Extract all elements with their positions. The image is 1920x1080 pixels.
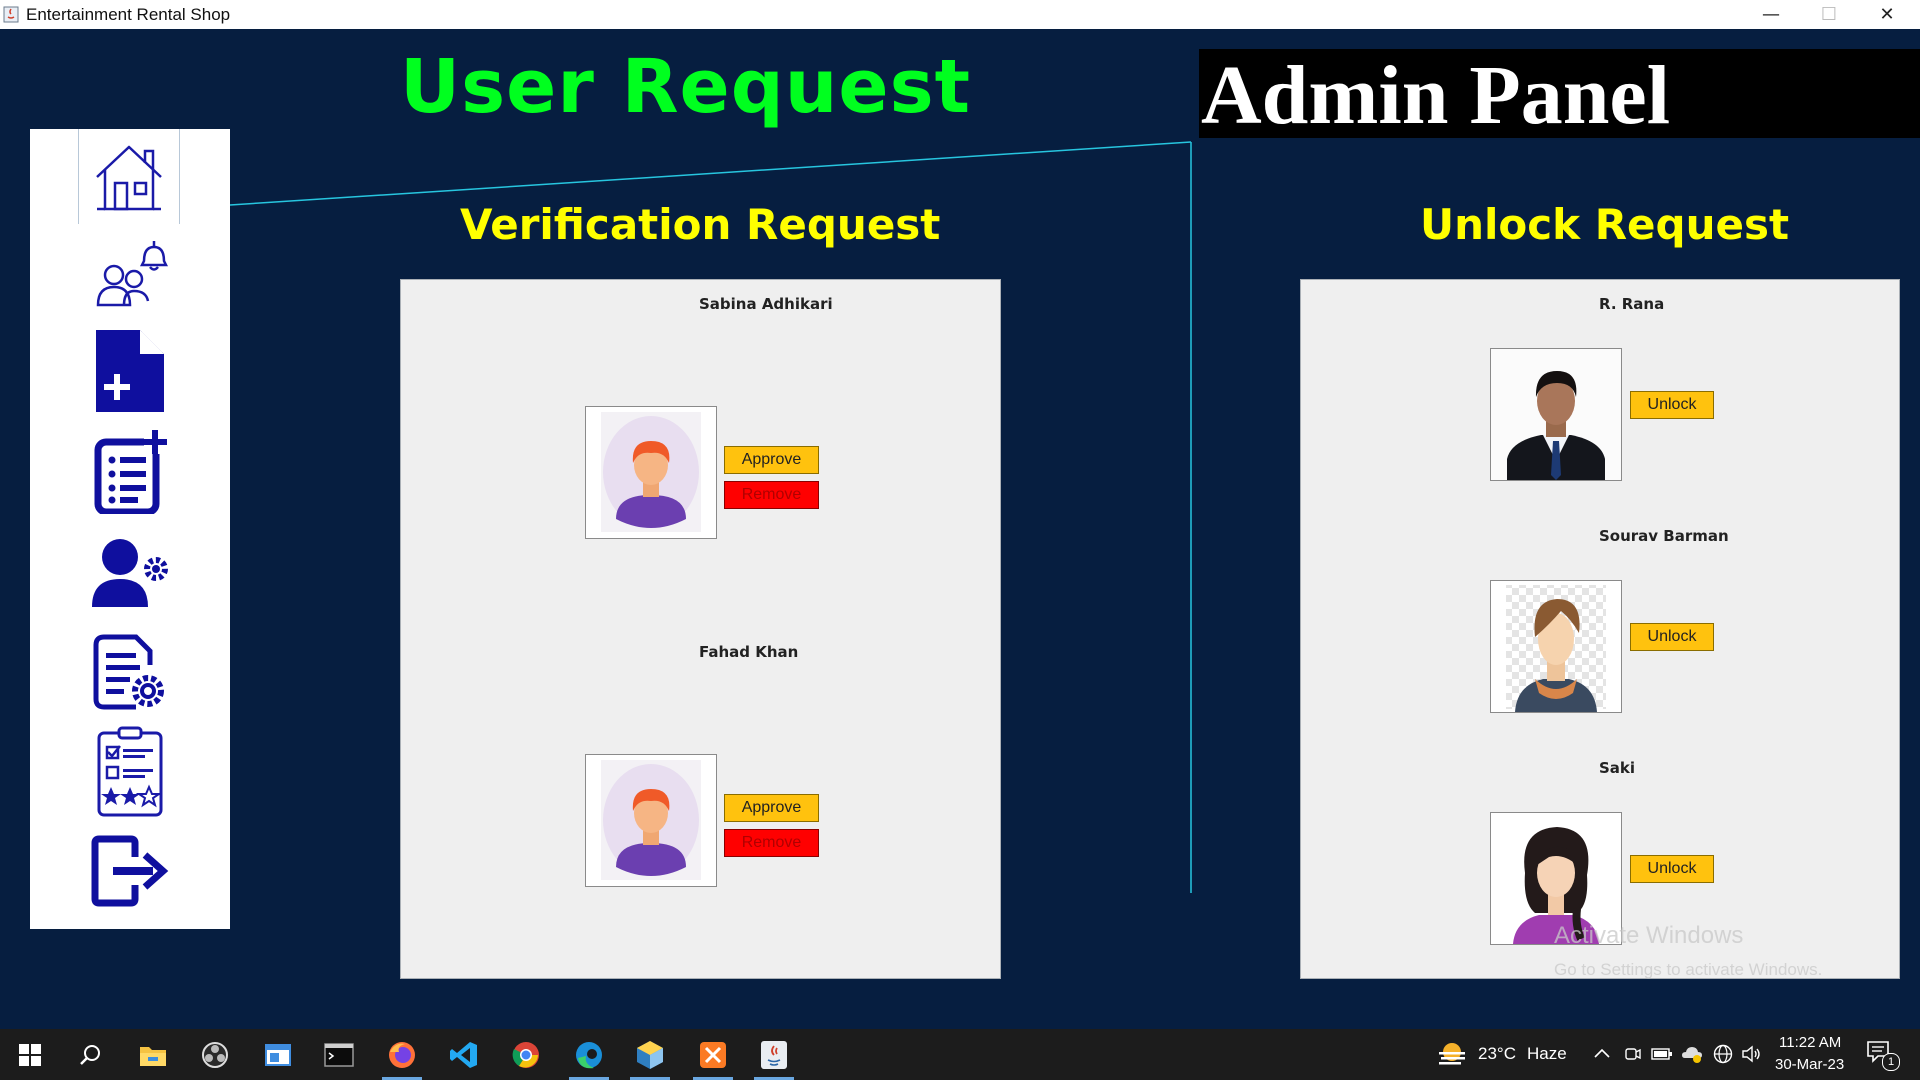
chrome-icon: [512, 1041, 539, 1068]
add-list-icon: [94, 429, 167, 514]
window-title: Entertainment Rental Shop: [26, 5, 231, 24]
taskbar-obs[interactable]: [189, 1029, 241, 1080]
weather-haze-icon: [1439, 1043, 1465, 1065]
home-icon: [96, 145, 162, 210]
sidebar-item-checklist-rating[interactable]: [75, 723, 185, 818]
sidebar-item-add-file[interactable]: [75, 323, 185, 418]
meet-now-icon[interactable]: [1625, 1045, 1641, 1063]
windows-taskbar: 23°C Haze 11:22 AM 30-Mar-23 1: [0, 1029, 1920, 1080]
vscode-icon: [450, 1041, 477, 1068]
windows-start-icon: [19, 1043, 41, 1066]
remove-button[interactable]: Remove: [724, 481, 819, 509]
add-file-icon: [96, 329, 164, 412]
chevron-up-icon[interactable]: [1594, 1047, 1610, 1059]
verification-request-panel: Sabina Adhikari Approve Remove Fahad Kha…: [400, 279, 1001, 979]
taskbar-notes[interactable]: [252, 1029, 304, 1080]
taskbar-virtualbox[interactable]: [624, 1029, 676, 1080]
sidebar-item-user-settings[interactable]: [75, 525, 185, 620]
unlock-name-1: R. Rana: [1599, 295, 1665, 313]
unlock-name-2: Sourav Barman: [1599, 527, 1729, 545]
taskbar-java-app[interactable]: [748, 1029, 800, 1080]
file-explorer-icon: [140, 1046, 166, 1066]
remove-button[interactable]: Remove: [724, 829, 819, 857]
user-settings-icon: [92, 538, 168, 607]
verification-avatar-1: [585, 406, 717, 539]
taskbar-chrome[interactable]: [500, 1029, 552, 1080]
approve-button[interactable]: Approve: [724, 794, 819, 822]
java-icon: [761, 1040, 787, 1069]
user-photo: [1491, 349, 1621, 480]
obs-icon: [202, 1041, 228, 1068]
xampp-icon: [700, 1041, 726, 1068]
window-titlebar: Entertainment Rental Shop — ☐ ✕: [0, 0, 1920, 29]
unlock-button[interactable]: Unlock: [1630, 855, 1714, 883]
admin-window-content: User Request Admin Panel Verification Re…: [0, 29, 1920, 1029]
taskbar-xampp[interactable]: [687, 1029, 739, 1080]
unlock-request-panel: R. Rana Unlock Sourav Barman Unlock Saki…: [1300, 279, 1900, 979]
checklist-rating-icon: [97, 726, 163, 816]
sidebar-item-document-settings[interactable]: [75, 625, 185, 720]
search-icon: [80, 1044, 100, 1065]
user-avatar-icon: [601, 412, 701, 532]
unlock-button[interactable]: Unlock: [1630, 391, 1714, 419]
verification-name-1: Sabina Adhikari: [699, 295, 833, 313]
action-center-button[interactable]: 1: [1866, 1039, 1902, 1071]
maximize-button[interactable]: ☐: [1800, 0, 1858, 29]
clock-date[interactable]: 30-Mar-23: [1775, 1056, 1844, 1073]
sidebar-nav: [30, 129, 230, 929]
taskbar-file-explorer[interactable]: [127, 1029, 179, 1080]
verification-name-2: Fahad Khan: [699, 643, 799, 661]
taskbar-vscode[interactable]: [438, 1029, 490, 1080]
start-button[interactable]: [4, 1029, 56, 1080]
user-notification-icon: [96, 240, 168, 306]
close-button[interactable]: ✕: [1858, 0, 1916, 29]
clock-time[interactable]: 11:22 AM: [1779, 1034, 1841, 1051]
edge-icon: [576, 1041, 602, 1068]
verification-request-title: Verification Request: [460, 200, 941, 249]
approve-button[interactable]: Approve: [724, 446, 819, 474]
user-avatar-icon: [601, 760, 701, 880]
sidebar-item-add-list[interactable]: [75, 423, 185, 518]
verification-avatar-2: [585, 754, 717, 887]
activate-windows-hint: Go to Settings to activate Windows.: [1554, 960, 1823, 979]
sidebar-item-user-requests[interactable]: [75, 225, 185, 320]
firefox-icon: [389, 1041, 415, 1068]
terminal-icon: [324, 1042, 354, 1067]
weather-condition[interactable]: Haze: [1527, 1044, 1567, 1064]
virtualbox-icon: [637, 1040, 663, 1069]
document-settings-icon: [93, 634, 164, 709]
volume-icon[interactable]: [1741, 1044, 1763, 1064]
unlock-photo-2: [1490, 580, 1622, 713]
network-globe-icon[interactable]: [1713, 1044, 1733, 1064]
taskbar-edge[interactable]: [563, 1029, 615, 1080]
logout-icon: [91, 835, 169, 906]
taskbar-search-button[interactable]: [64, 1029, 116, 1080]
user-avatar-icon: [1506, 585, 1606, 712]
unlock-request-title: Unlock Request: [1420, 200, 1790, 249]
taskbar-terminal[interactable]: [313, 1029, 365, 1080]
minimize-button[interactable]: —: [1742, 0, 1800, 29]
activate-windows-watermark: Activate Windows: [1554, 922, 1744, 949]
notification-count-badge: 1: [1882, 1053, 1900, 1071]
onedrive-sync-icon[interactable]: [1681, 1044, 1703, 1064]
notes-icon: [265, 1043, 291, 1066]
battery-icon[interactable]: [1651, 1046, 1673, 1062]
sidebar-item-logout[interactable]: [75, 823, 185, 918]
sidebar-item-home[interactable]: [78, 129, 180, 224]
weather-temperature[interactable]: 23°C: [1478, 1044, 1516, 1064]
java-app-icon: [3, 6, 19, 23]
unlock-button[interactable]: Unlock: [1630, 623, 1714, 651]
taskbar-firefox[interactable]: [376, 1029, 428, 1080]
unlock-photo-1: [1490, 348, 1622, 481]
unlock-name-3: Saki: [1599, 759, 1636, 777]
